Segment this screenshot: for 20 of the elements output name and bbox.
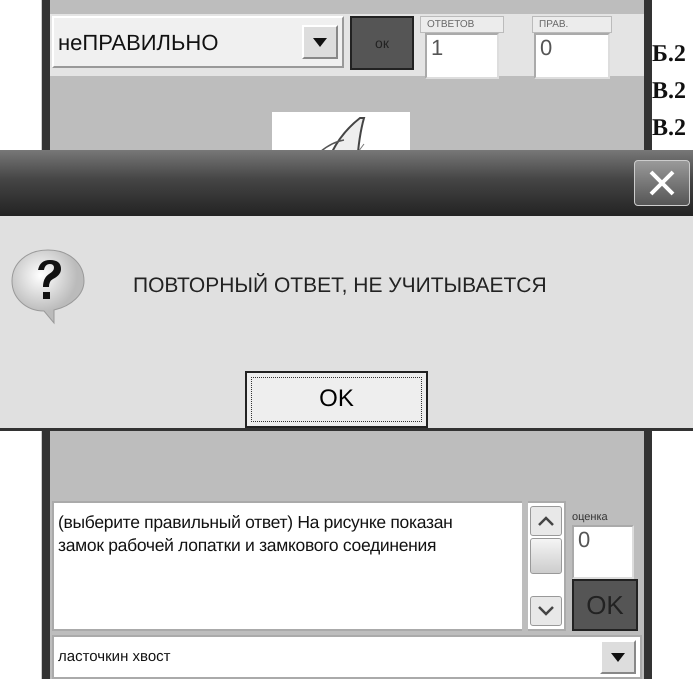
score-field[interactable]: 0 [572, 525, 634, 579]
list-item: Б.2 [652, 40, 687, 69]
list-item: В.2 [652, 114, 688, 142]
answer-dropdown[interactable]: ласточкин хвост [52, 635, 642, 679]
question-text: (выберите правильный ответ) На рисунке показан замок рабочей лопатки и замкового соединения [52, 501, 522, 631]
scroll-up-icon[interactable] [530, 506, 562, 536]
scroll-down-icon[interactable] [530, 596, 562, 626]
score-label: оценка [572, 510, 609, 524]
verdict-dropdown[interactable]: неПРАВИЛЬНО [52, 16, 344, 68]
correct-count-field[interactable]: 0 [534, 33, 610, 79]
answers-count-field[interactable]: 1 [425, 33, 499, 79]
close-icon [648, 169, 676, 197]
scroll-thumb[interactable] [530, 538, 562, 574]
list-item: В.2 [652, 76, 688, 106]
answers-count-label: ОТВЕТОВ [420, 16, 504, 33]
close-button[interactable] [634, 160, 690, 206]
scrollbar[interactable] [528, 501, 566, 631]
correct-count-label: ПРАВ. [532, 16, 612, 33]
ok-button[interactable]: OK [245, 371, 428, 428]
message-text: ПОВТОРНЫЙ ОТВЕТ, НЕ УЧИТЫВАЕТСЯ [133, 272, 547, 300]
